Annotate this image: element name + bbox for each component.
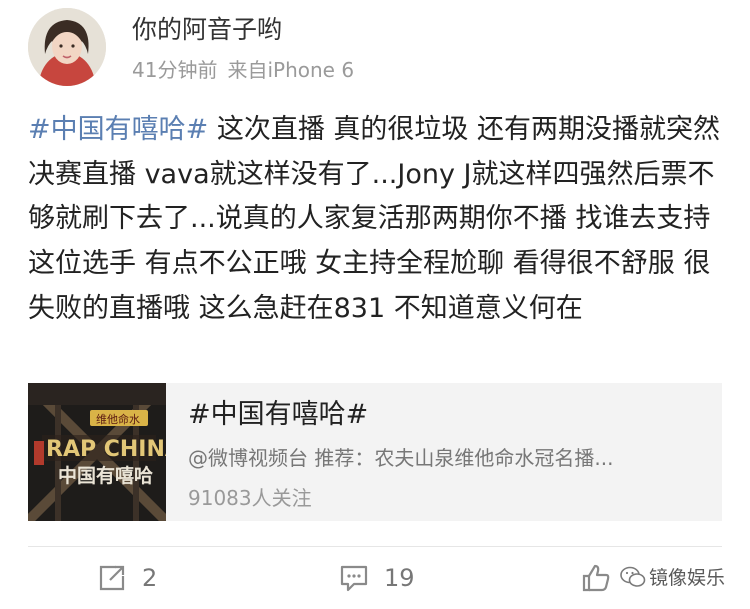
avatar-image [28, 8, 106, 86]
topic-thumbnail: 维他命水 RAP CHINA 中国有嘻哈 [28, 383, 166, 521]
post-time: 41分钟前 [132, 58, 218, 82]
topic-card[interactable]: 维他命水 RAP CHINA 中国有嘻哈 #中国有嘻哈# @微博视频台 推荐：农… [28, 383, 722, 521]
username[interactable]: 你的阿音子哟 [132, 12, 282, 48]
repost-icon [99, 565, 125, 591]
avatar[interactable] [28, 8, 106, 86]
repost-count: 2 [142, 564, 158, 592]
wechat-icon [620, 566, 646, 587]
card-followers: 91083人关注 [188, 486, 312, 510]
svg-text:RAP CHINA: RAP CHINA [46, 437, 166, 462]
comment-icon [340, 565, 368, 592]
card-subtitle: @微博视频台 推荐：农夫山泉维他命水冠名播... [188, 446, 614, 470]
repost-button[interactable]: 2 [96, 556, 157, 600]
post-source: 来自iPhone 6 [227, 58, 355, 82]
post-meta: 41分钟前 来自iPhone 6 [132, 55, 354, 85]
like-icon [582, 564, 610, 592]
rap-china-logo: 维他命水 RAP CHINA 中国有嘻哈 [28, 383, 166, 521]
post-hashtag[interactable]: #中国有嘻哈# [28, 114, 208, 145]
card-title[interactable]: #中国有嘻哈# [188, 395, 368, 435]
watermark-text: 镜像娱乐 [649, 567, 726, 589]
svg-text:维他命水: 维他命水 [96, 412, 140, 426]
post-text: #中国有嘻哈# 这次直播 真的很垃圾 还有两期没播就突然决赛直播 vava就这样… [28, 108, 728, 332]
comment-button[interactable]: 19 [338, 556, 415, 600]
comment-count: 19 [384, 564, 415, 592]
divider [28, 546, 722, 547]
svg-text:中国有嘻哈: 中国有嘻哈 [58, 464, 153, 487]
post-body: 这次直播 真的很垃圾 还有两期没播就突然决赛直播 vava就这样没有了...Jo… [28, 114, 720, 324]
watermark: 镜像娱乐 [620, 563, 725, 590]
